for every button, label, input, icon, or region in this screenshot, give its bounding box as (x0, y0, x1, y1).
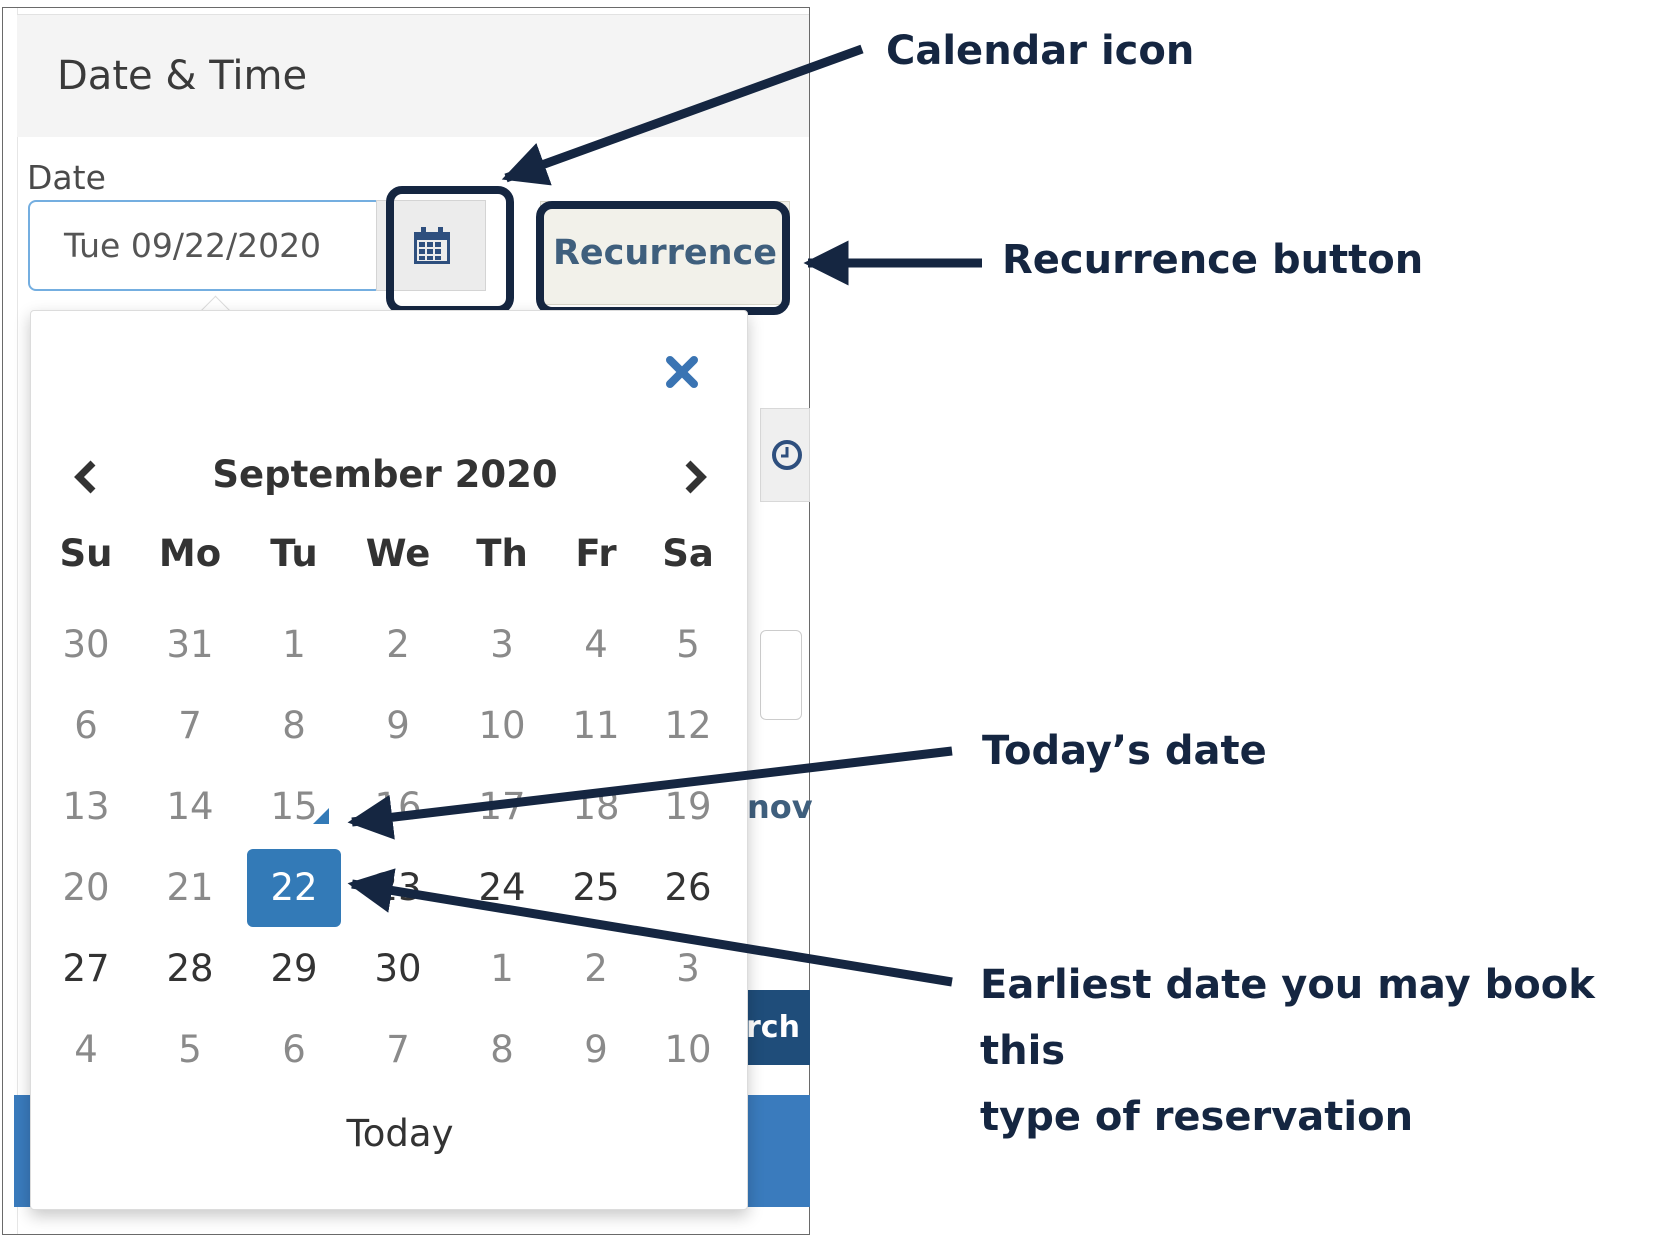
arrow-earliest-date (347, 868, 953, 987)
annotation-earliest-line2: type of reservation (980, 1094, 1414, 1140)
annotation-earliest-date: Earliest date you may book this type of … (980, 952, 1666, 1150)
annotation-recurrence-button: Recurrence button (1002, 237, 1424, 283)
arrow-todays-date (347, 746, 953, 840)
annotation-earliest-line1: Earliest date you may book this (980, 962, 1595, 1074)
arrow-calendar-icon (501, 44, 864, 186)
annotation-calendar-icon: Calendar icon (886, 28, 1195, 74)
annotation-todays-date: Today’s date (982, 728, 1267, 774)
